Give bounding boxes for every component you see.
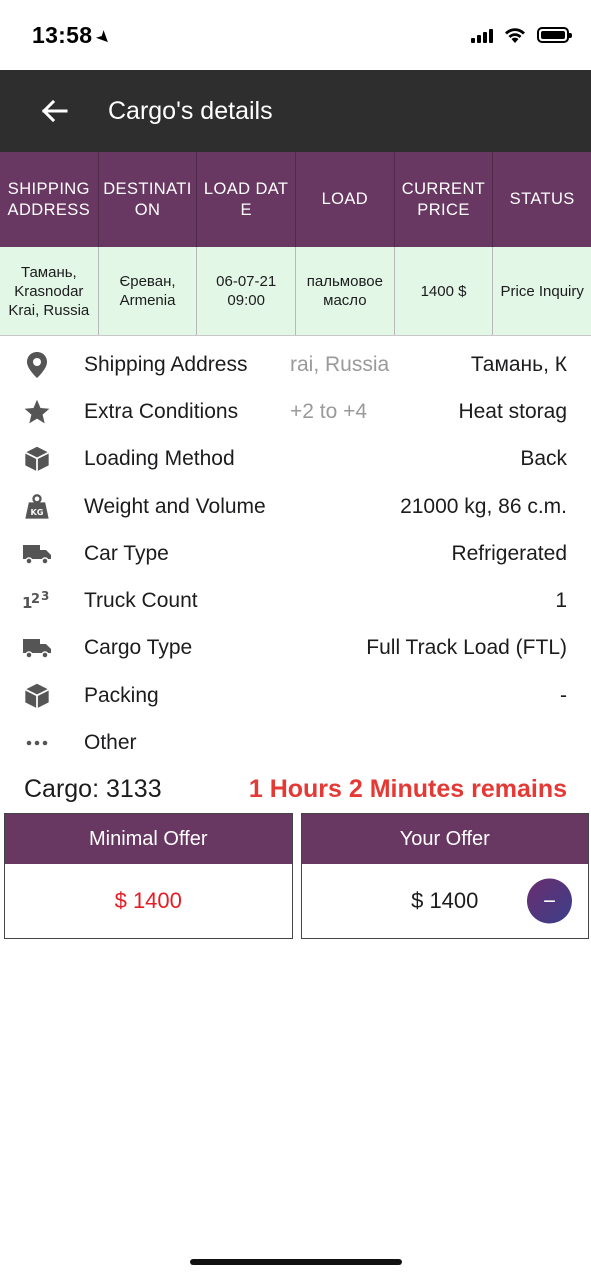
app-bar: Cargo's details bbox=[0, 70, 591, 152]
detail-row-other[interactable]: Other bbox=[0, 719, 591, 766]
detail-row-packing: Packing - bbox=[0, 672, 591, 719]
shipping-address-marquee: rai, Russia Тамань, К bbox=[290, 350, 567, 380]
minimal-offer-title: Minimal Offer bbox=[5, 814, 292, 864]
truck-icon bbox=[22, 633, 52, 663]
header-load: LOAD bbox=[296, 152, 395, 247]
detail-label: Packing bbox=[84, 683, 159, 707]
detail-value: 1 bbox=[555, 589, 567, 613]
detail-value: 21000 kg, 86 c.m. bbox=[400, 494, 567, 518]
your-offer-value: $ 1400 bbox=[411, 888, 479, 913]
svg-text:KG: KG bbox=[30, 507, 43, 517]
offers-panel: Minimal Offer $ 1400 Your Offer $ 1400 − bbox=[4, 813, 589, 939]
detail-value: Back bbox=[520, 447, 567, 471]
table-header: SHIPPING ADDRESS DESTINATION LOAD DATE L… bbox=[0, 152, 591, 247]
detail-label: Weight and Volume bbox=[84, 494, 266, 518]
back-arrow-icon bbox=[41, 99, 68, 123]
minus-icon: − bbox=[543, 888, 556, 913]
cell-destination: Єреван, Armenia bbox=[99, 247, 198, 335]
wifi-icon bbox=[505, 28, 525, 43]
detail-label: Other bbox=[84, 731, 137, 755]
cell-status: Price Inquiry bbox=[500, 282, 584, 300]
header-load-date: LOAD DATE bbox=[197, 152, 297, 247]
header-shipping-address: SHIPPING ADDRESS bbox=[0, 152, 99, 247]
extra-conditions-marquee: +2 to +4 Heat storag bbox=[290, 397, 567, 427]
detail-label: Loading Method bbox=[84, 447, 235, 471]
back-button[interactable] bbox=[26, 83, 82, 139]
location-pin-icon bbox=[22, 350, 52, 380]
detail-row-shipping-address: Shipping Address rai, Russia Тамань, К bbox=[0, 341, 591, 388]
detail-value: - bbox=[560, 683, 567, 707]
minimal-offer-value: $ 1400 bbox=[114, 888, 182, 913]
your-offer-card: Your Offer $ 1400 − bbox=[300, 813, 589, 939]
cell-shipping-address: Тамань, Krasnodar Krai, Russia bbox=[0, 247, 99, 335]
cube-icon bbox=[22, 444, 52, 474]
star-icon bbox=[22, 397, 52, 427]
cube-icon bbox=[22, 681, 52, 711]
battery-icon bbox=[537, 27, 572, 43]
detail-label: Car Type bbox=[84, 541, 169, 565]
cargo-label: Cargo: bbox=[24, 775, 100, 803]
table-row[interactable]: Тамань, Krasnodar Krai, Russia Єреван, A… bbox=[0, 247, 591, 336]
detail-row-weight-volume: KG Weight and Volume 21000 kg, 86 c.m. bbox=[0, 483, 591, 530]
header-destination: DESTINATION bbox=[99, 152, 198, 247]
svg-text:2: 2 bbox=[31, 592, 40, 607]
marquee-text-right: Тамань, К bbox=[470, 352, 567, 376]
detail-row-loading-method: Loading Method Back bbox=[0, 436, 591, 483]
marquee-text-left: +2 to +4 bbox=[290, 399, 368, 423]
more-dots-icon bbox=[22, 728, 52, 758]
location-arrow-icon: ➤ bbox=[92, 25, 116, 50]
cargo-id: 3133 bbox=[106, 775, 162, 803]
cargo-details-list: Shipping Address rai, Russia Тамань, К E… bbox=[0, 341, 591, 767]
cell-load-date: 06-07-21 09:00 bbox=[197, 247, 297, 335]
detail-label: Cargo Type bbox=[84, 636, 193, 660]
detail-row-extra-conditions: Extra Conditions +2 to +4 Heat storag bbox=[0, 388, 591, 435]
status-time: 13:58➤ bbox=[32, 22, 116, 50]
detail-row-car-type: Car Type Refrigerated bbox=[0, 530, 591, 577]
minimal-offer-card: Minimal Offer $ 1400 bbox=[4, 813, 293, 939]
status-icons bbox=[471, 26, 572, 44]
detail-label: Truck Count bbox=[84, 589, 198, 613]
header-current-price: CURRENT PRICE bbox=[395, 152, 494, 247]
decrease-offer-button[interactable]: − bbox=[527, 878, 572, 924]
your-offer-title: Your Offer bbox=[301, 814, 588, 864]
clock-text: 13:58 bbox=[32, 22, 93, 48]
cellular-signal-icon bbox=[471, 27, 493, 43]
status-bar: 13:58➤ bbox=[0, 0, 591, 70]
cargo-summary-table: SHIPPING ADDRESS DESTINATION LOAD DATE L… bbox=[0, 152, 591, 336]
detail-label: Shipping Address bbox=[84, 352, 248, 376]
cell-load: пальмовое масло bbox=[296, 247, 395, 335]
page-title: Cargo's details bbox=[108, 96, 273, 125]
detail-row-cargo-type: Cargo Type Full Track Load (FTL) bbox=[0, 625, 591, 672]
header-status: STATUS bbox=[509, 190, 575, 208]
kg-weight-icon: KG bbox=[22, 492, 52, 522]
detail-row-truck-count: 123 Truck Count 1 bbox=[0, 577, 591, 624]
detail-value: Full Track Load (FTL) bbox=[366, 636, 567, 660]
number-123-icon: 123 bbox=[22, 586, 52, 616]
cargo-number: Cargo: 3133 bbox=[24, 775, 162, 804]
time-remaining: 1 Hours 2 Minutes remains bbox=[248, 775, 567, 803]
truck-icon bbox=[22, 539, 52, 569]
cell-current-price: 1400 $ bbox=[395, 247, 494, 335]
marquee-text-right: Heat storag bbox=[458, 399, 567, 423]
svg-text:3: 3 bbox=[41, 589, 49, 603]
home-indicator[interactable] bbox=[190, 1259, 402, 1265]
detail-label: Extra Conditions bbox=[84, 399, 239, 423]
marquee-text-left: rai, Russia bbox=[290, 352, 390, 376]
detail-value: Refrigerated bbox=[451, 541, 567, 565]
